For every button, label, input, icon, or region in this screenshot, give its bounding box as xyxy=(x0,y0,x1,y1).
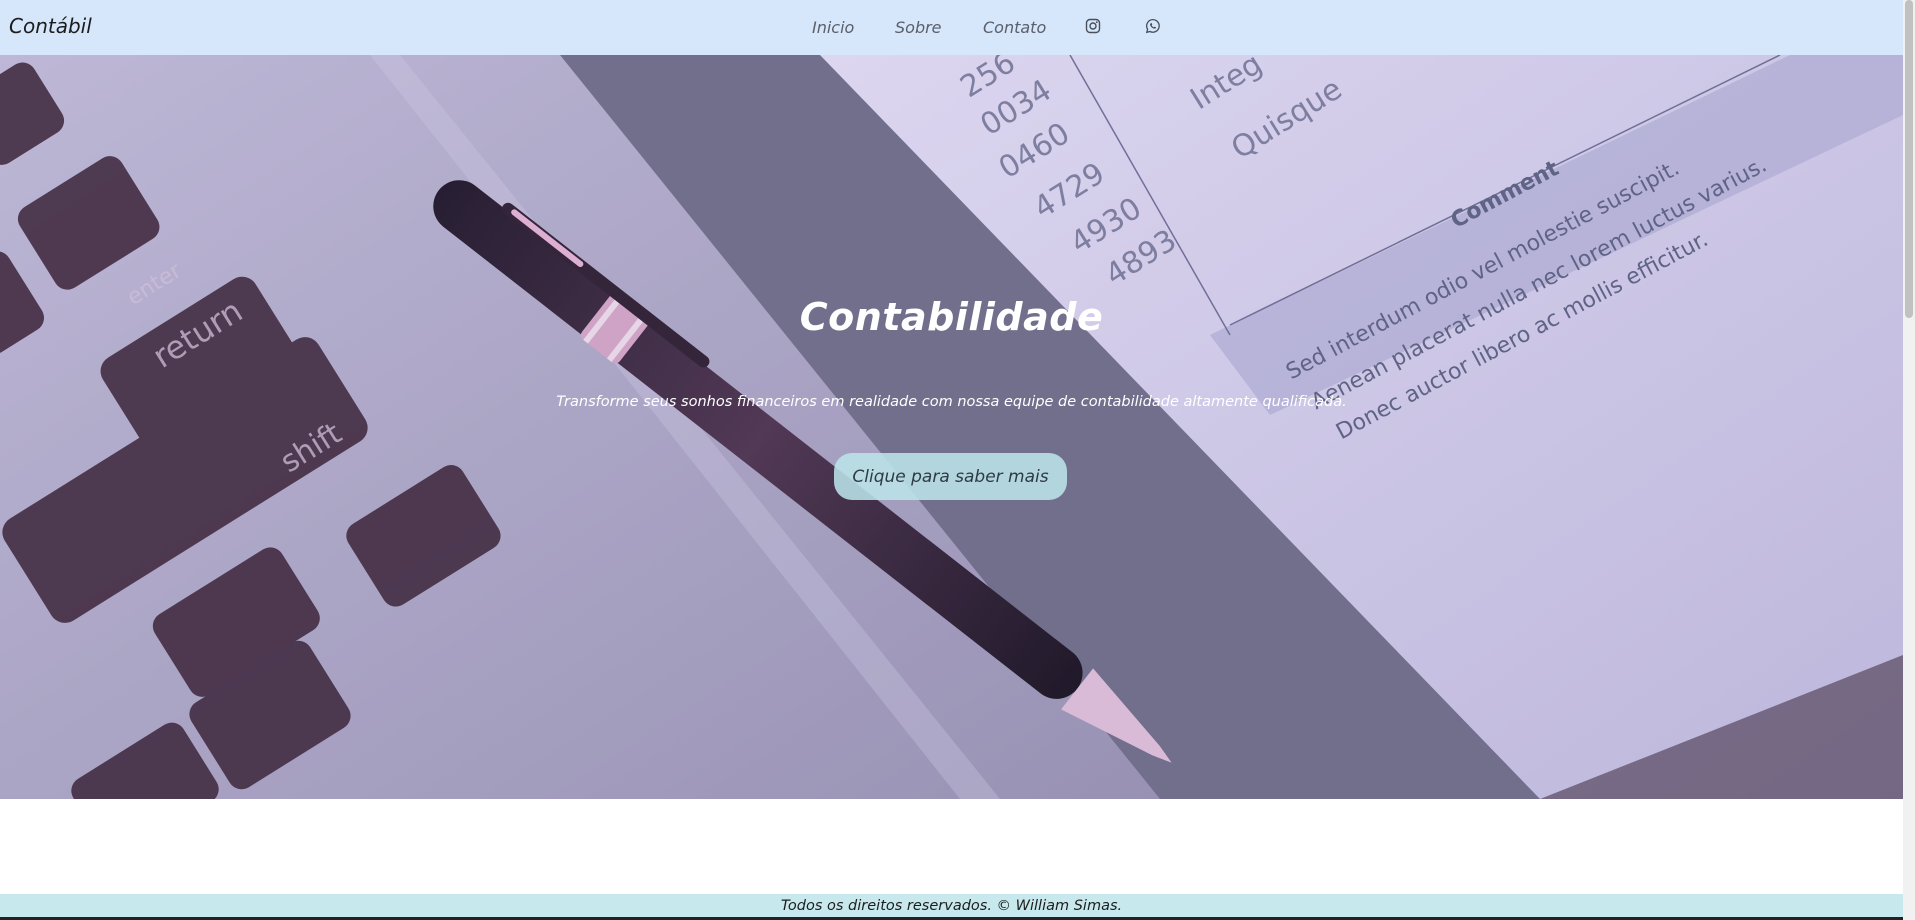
footer: Todos os direitos reservados. © William … xyxy=(0,894,1903,920)
nav-link-sobre[interactable]: Sobre xyxy=(895,18,942,37)
navbar: Contábil Inicio Sobre Contato xyxy=(0,0,1903,55)
scrollbar-thumb[interactable] xyxy=(1905,0,1913,318)
vertical-scrollbar[interactable] xyxy=(1903,0,1915,920)
hero-title: Contabilidade xyxy=(799,295,1104,339)
footer-copyright: Todos os direitos reservados. © William … xyxy=(780,898,1123,914)
page: Contábil Inicio Sobre Contato enter retu… xyxy=(0,0,1915,920)
brand-logo-text[interactable]: Contábil xyxy=(9,14,92,38)
hero-section: enter return shift 256 0034 0460 4729 49… xyxy=(0,55,1903,799)
instagram-icon[interactable] xyxy=(1084,17,1102,35)
hero-background-photo: enter return shift 256 0034 0460 4729 49… xyxy=(0,55,1903,799)
learn-more-button[interactable]: Clique para saber mais xyxy=(834,453,1067,500)
nav-link-contato[interactable]: Contato xyxy=(983,18,1046,37)
whatsapp-icon[interactable] xyxy=(1144,17,1162,35)
nav-link-inicio[interactable]: Inicio xyxy=(812,18,854,37)
hero-subtitle: Transforme seus sonhos financeiros em re… xyxy=(556,394,1347,410)
